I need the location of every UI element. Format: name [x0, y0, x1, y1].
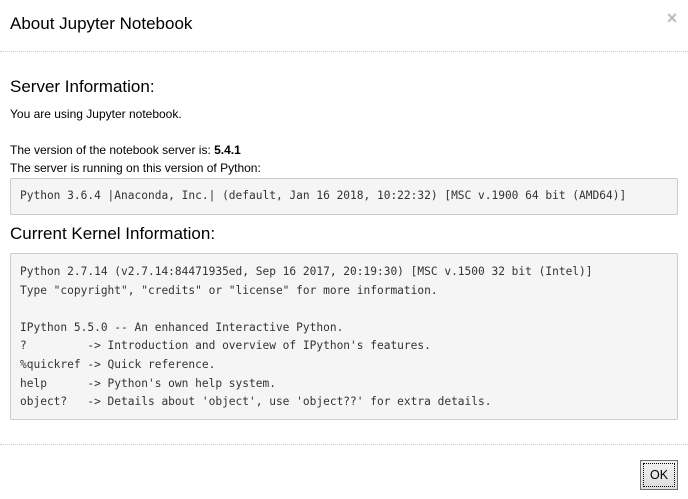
kernel-info-box: Python 2.7.14 (v2.7.14:84471935ed, Sep 1… — [10, 253, 678, 420]
server-version-line: The version of the notebook server is: 5… — [10, 142, 241, 158]
kernel-info-line: %quickref -> Quick reference. — [20, 357, 216, 371]
kernel-info-heading: Current Kernel Information: — [10, 224, 216, 243]
ok-button[interactable]: OK — [640, 460, 678, 490]
kernel-info-line: Python 2.7.14 (v2.7.14:84471935ed, Sep 1… — [20, 265, 593, 278]
python-version-label: The server is running on this version of… — [10, 161, 261, 175]
kernel-info-line: object? -> Details about 'object', use '… — [20, 395, 492, 409]
kernel-info-line: ? -> Introduction and overview of IPytho… — [20, 339, 431, 353]
dialog-header: About Jupyter Notebook × — [0, 0, 688, 52]
server-info-heading: Server Information: — [10, 77, 155, 96]
dialog-title: About Jupyter Notebook — [10, 14, 193, 33]
server-version-value: 5.4.1 — [214, 143, 241, 157]
about-dialog: About Jupyter Notebook × Server Informat… — [0, 0, 688, 499]
server-python-version-box: Python 3.6.4 |Anaconda, Inc.| (default, … — [10, 178, 678, 215]
close-icon[interactable]: × — [665, 9, 679, 27]
kernel-info-line: Type "copyright", "credits" or "license"… — [20, 283, 438, 297]
kernel-info-line: help -> Python's own help system. — [20, 376, 276, 390]
kernel-info-line: IPython 5.5.0 -- An enhanced Interactive… — [20, 320, 344, 334]
kernel-info-line — [20, 300, 668, 319]
server-version-label: The version of the notebook server is: — [10, 143, 215, 157]
dialog-footer: OK — [0, 444, 688, 499]
using-notebook-text: You are using Jupyter notebook. — [10, 107, 182, 121]
